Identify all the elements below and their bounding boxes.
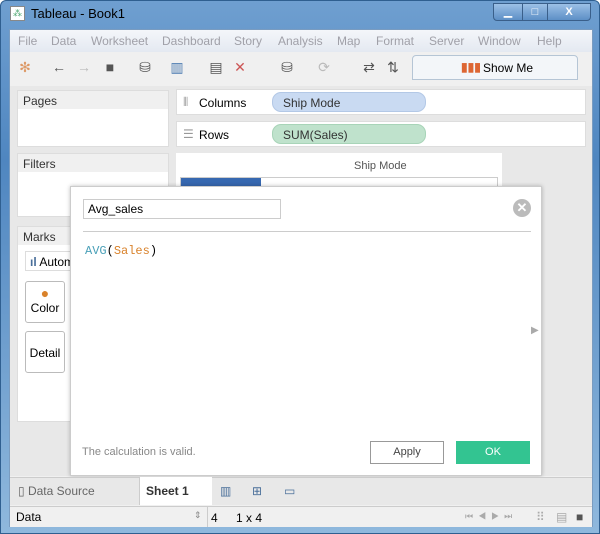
tableau-logo-icon: ⁂ <box>10 6 25 21</box>
formula-editor[interactable]: AVG(Sales) <box>85 244 157 258</box>
ok-button[interactable]: OK <box>456 441 530 464</box>
formula-paren: ) <box>149 244 158 258</box>
menu-analysis[interactable]: Analysis <box>278 34 323 48</box>
menu-bar: File Data Worksheet Dashboard Story Anal… <box>10 30 592 52</box>
tableau-home-icon[interactable]: ✻ <box>16 58 34 76</box>
columns-shelf[interactable]: ⦀ Columns Ship Mode <box>176 89 586 115</box>
menu-data[interactable]: Data <box>51 34 76 48</box>
ship-mode-pill[interactable]: Ship Mode <box>272 92 426 112</box>
close-dialog-icon[interactable]: ✕ <box>513 199 531 217</box>
data-source-select[interactable]: Data ⇕ <box>10 507 208 527</box>
grid-view-icon[interactable]: ⠿ <box>536 510 545 524</box>
pause-updates-icon[interactable]: ⛁ <box>278 58 296 76</box>
selected-header-cell[interactable] <box>181 178 261 186</box>
columns-icon: ⦀ <box>183 95 189 109</box>
show-me-button[interactable]: ▮▮▮ Show Me <box>412 55 578 80</box>
swap-icon[interactable]: ⇄ <box>360 58 378 76</box>
marks-count: 4 <box>211 511 218 525</box>
data-source-value: Data <box>16 510 42 524</box>
divider <box>83 231 531 232</box>
data-source-tab[interactable]: ▯ Data Source <box>10 478 140 505</box>
detail-label: Detail <box>29 346 61 360</box>
spinner-icon: ⇕ <box>194 510 202 520</box>
sum-sales-pill[interactable]: SUM(Sales) <box>272 124 426 144</box>
sheet-tabs-bar: ▯ Data Source Sheet 1 ▥ ⊞ ▭ <box>10 477 592 505</box>
app-client: File Data Worksheet Dashboard Story Anal… <box>9 29 593 527</box>
undo-icon[interactable]: ← <box>50 58 68 76</box>
sort-icon[interactable]: ⇅ <box>384 58 402 76</box>
menu-server[interactable]: Server <box>429 34 464 48</box>
maximize-button[interactable]: □ <box>522 3 548 21</box>
filmstrip-view-icon[interactable]: ▤ <box>556 510 567 524</box>
menu-help[interactable]: Help <box>537 34 562 48</box>
new-worksheet-tab-icon[interactable]: ▥ <box>220 484 231 498</box>
minimize-button[interactable]: ▁ <box>493 3 523 21</box>
new-story-icon[interactable]: ▭ <box>284 484 295 498</box>
new-data-source-icon[interactable]: ⛁ <box>136 58 154 76</box>
menu-worksheet[interactable]: Worksheet <box>91 34 148 48</box>
formula-function: AVG <box>85 244 107 258</box>
status-bar: Data ⇕ 4 1 x 4 ⏮◀▶⏭ ⠿ ▤ ■ <box>10 506 592 527</box>
color-button[interactable]: ● Color <box>25 281 65 323</box>
expand-arrow-icon[interactable]: ▶ <box>531 325 539 336</box>
pages-card[interactable]: Pages <box>17 90 169 147</box>
toolbar: ✻ ← → ■ ⛁ ▥ ▤ ✕ ⛁ ⟳ ⇄ ⇅ ▮▮▮ Show Me <box>10 52 592 82</box>
refresh-icon[interactable]: ⟳ <box>315 58 333 76</box>
show-me-chart-icon: ▮▮▮ <box>461 60 481 74</box>
show-me-label: Show Me <box>483 61 534 75</box>
menu-story[interactable]: Story <box>234 34 262 48</box>
pages-title: Pages <box>18 91 168 109</box>
color-icon: ● <box>40 285 50 301</box>
color-label: Color <box>30 301 60 315</box>
rows-by-columns: 1 x 4 <box>236 511 263 525</box>
database-icon: ▯ <box>18 484 25 498</box>
sheet-1-tab[interactable]: Sheet 1 <box>140 477 212 505</box>
filters-title: Filters <box>18 154 168 172</box>
menu-format[interactable]: Format <box>376 34 414 48</box>
menu-map[interactable]: Map <box>337 34 360 48</box>
new-worksheet-icon[interactable]: ▥ <box>168 58 186 76</box>
duplicate-sheet-icon[interactable]: ▤ <box>207 58 225 76</box>
new-dashboard-icon[interactable]: ⊞ <box>252 484 262 498</box>
tabs-view-icon[interactable]: ■ <box>576 510 583 524</box>
menu-dashboard[interactable]: Dashboard <box>162 34 221 48</box>
formula-field: Sales <box>113 244 150 258</box>
rows-label: Rows <box>199 128 230 142</box>
clear-sheet-icon[interactable]: ✕ <box>231 58 249 76</box>
close-button[interactable]: X <box>547 3 591 21</box>
save-icon[interactable]: ■ <box>101 58 119 76</box>
sheet-navigation-icons[interactable]: ⏮◀▶⏭ <box>465 511 517 522</box>
rows-shelf[interactable]: ☰ Rows SUM(Sales) <box>176 121 586 147</box>
window-frame: ⁂ Tableau - Book1 ▁ □ X File Data Worksh… <box>0 0 600 534</box>
redo-icon[interactable]: → <box>75 58 93 76</box>
bar-chart-icon: ıl <box>30 255 37 269</box>
detail-button[interactable]: Detail <box>25 331 65 373</box>
calculation-name-input[interactable] <box>83 199 281 219</box>
data-source-label: Data Source <box>27 484 95 498</box>
ship-mode-header: Ship Mode <box>354 160 407 172</box>
apply-button[interactable]: Apply <box>370 441 444 464</box>
formula-paren: ( <box>106 244 114 258</box>
rows-icon: ☰ <box>183 127 194 141</box>
menu-file[interactable]: File <box>18 34 37 48</box>
calculation-dialog: ✕ AVG(Sales) ▶ The calculation is valid.… <box>70 186 542 476</box>
validation-status: The calculation is valid. <box>82 446 196 458</box>
columns-label: Columns <box>199 96 247 110</box>
menu-window[interactable]: Window <box>478 34 521 48</box>
window-title: Tableau - Book1 <box>31 6 125 21</box>
